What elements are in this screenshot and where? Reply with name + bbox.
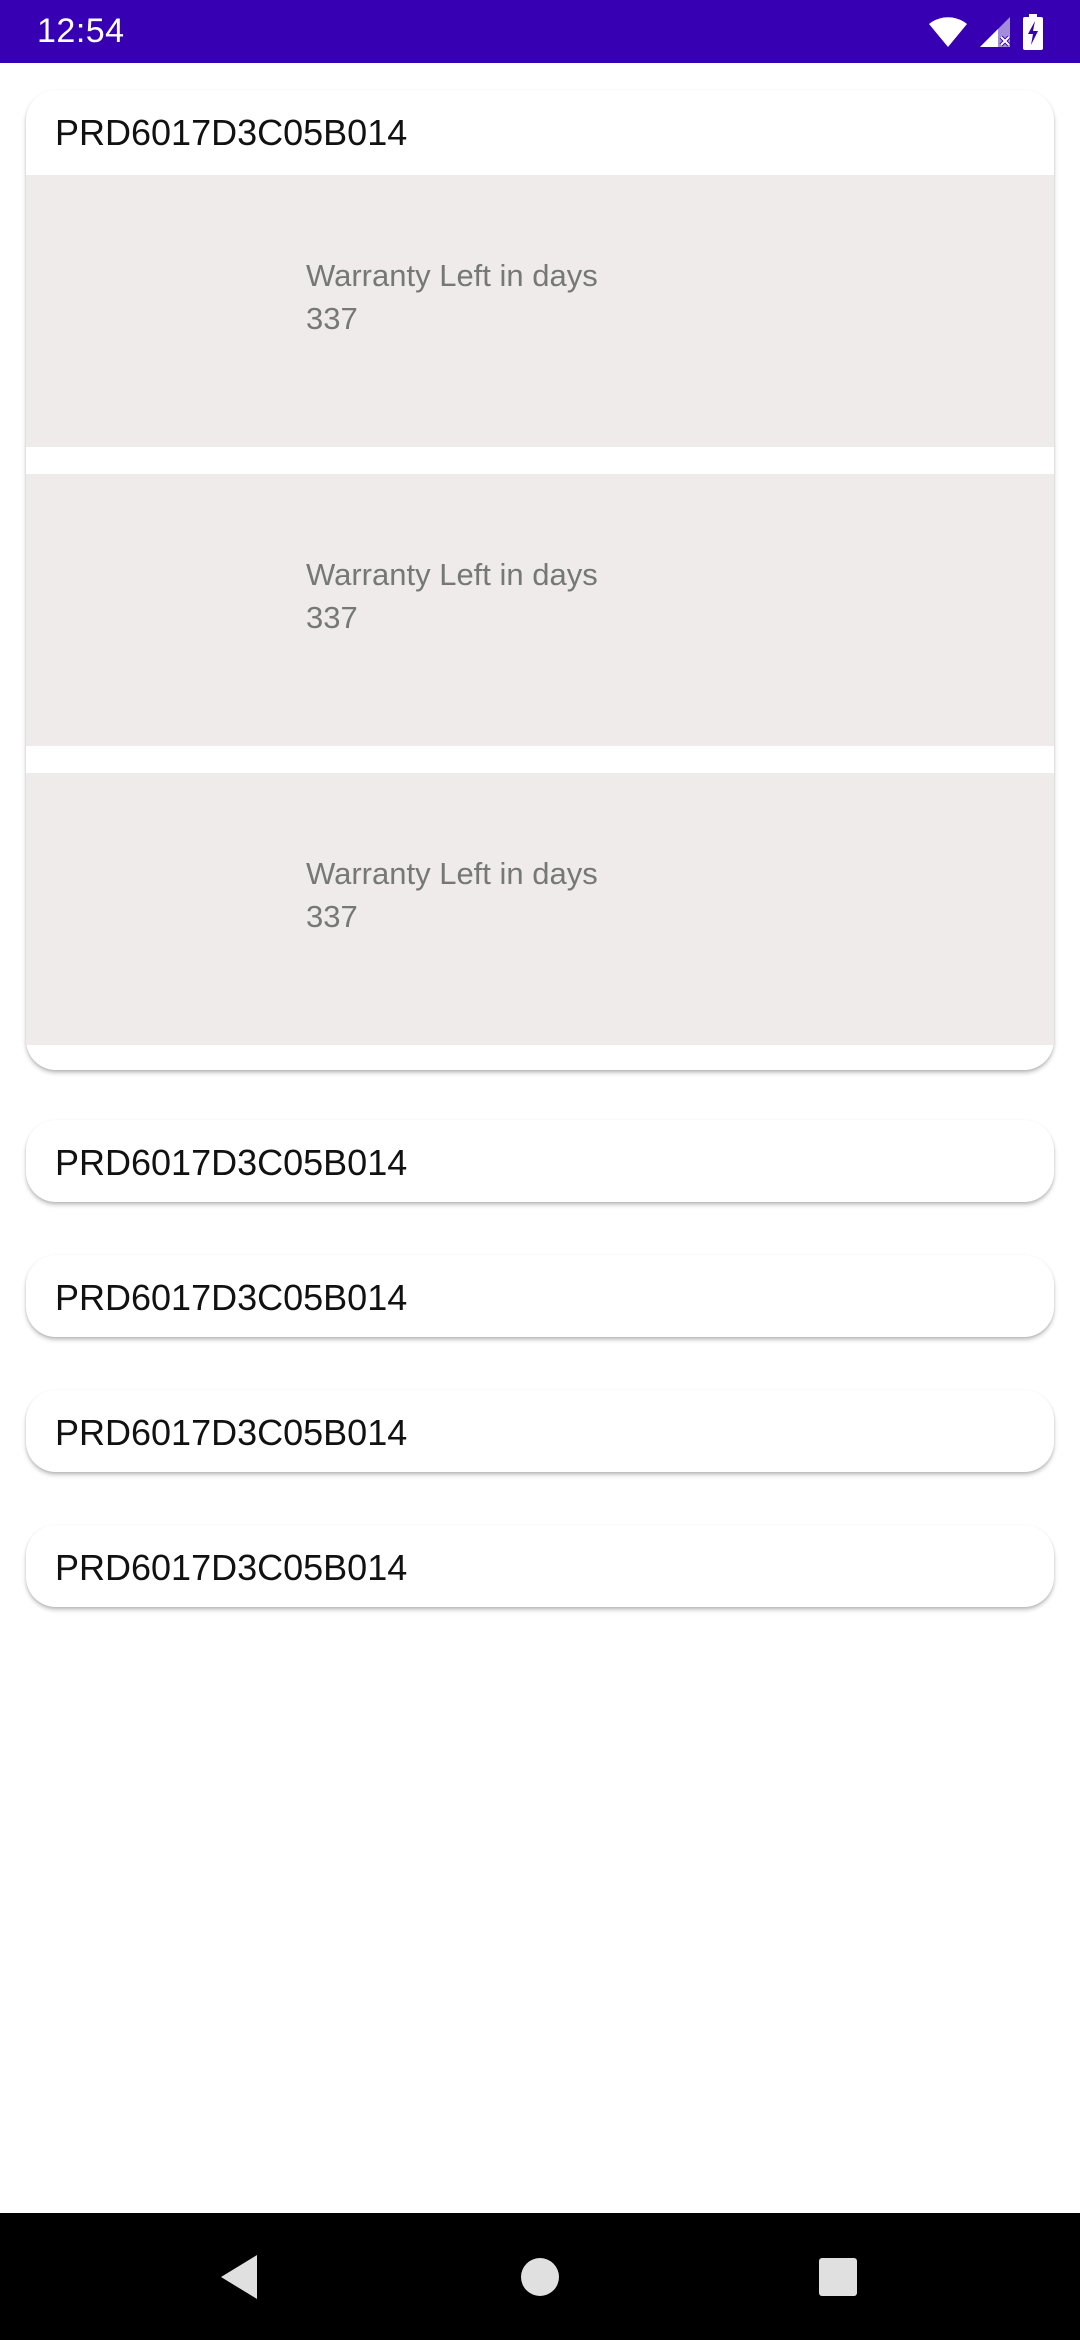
warranty-label: Warranty Left in days: [306, 258, 598, 293]
product-card-expanded[interactable]: PRD6017D3C05B014 Warranty Left in days 3…: [26, 90, 1054, 1070]
warranty-value: 337: [306, 600, 358, 635]
status-bar: 12:54: [0, 0, 1080, 63]
product-card[interactable]: PRD6017D3C05B014: [26, 1525, 1054, 1607]
warranty-item[interactable]: Warranty Left in days 337: [26, 474, 1054, 746]
cellular-no-data-icon: [978, 15, 1012, 49]
product-card[interactable]: PRD6017D3C05B014: [26, 1390, 1054, 1472]
status-icons: [928, 12, 1044, 52]
home-icon[interactable]: [514, 2251, 566, 2303]
battery-charging-icon: [1022, 14, 1044, 50]
product-card[interactable]: PRD6017D3C05B014: [26, 1120, 1054, 1202]
warranty-item[interactable]: Warranty Left in days 337: [26, 175, 1054, 447]
product-id: PRD6017D3C05B014: [55, 1412, 408, 1453]
product-id: PRD6017D3C05B014: [55, 112, 408, 153]
warranty-value: 337: [306, 301, 358, 336]
status-time: 12:54: [37, 12, 125, 50]
product-id: PRD6017D3C05B014: [55, 1277, 408, 1318]
product-id: PRD6017D3C05B014: [55, 1547, 408, 1588]
warranty-label: Warranty Left in days: [306, 856, 598, 891]
wifi-icon: [928, 16, 968, 48]
warranty-label: Warranty Left in days: [306, 557, 598, 592]
navigation-bar: [0, 2213, 1080, 2340]
product-card[interactable]: PRD6017D3C05B014: [26, 1255, 1054, 1337]
product-list[interactable]: PRD6017D3C05B014 Warranty Left in days 3…: [0, 63, 1080, 2213]
product-id: PRD6017D3C05B014: [55, 1142, 408, 1183]
recents-icon[interactable]: [812, 2251, 864, 2303]
back-icon[interactable]: [213, 2251, 265, 2303]
warranty-value: 337: [306, 899, 358, 934]
warranty-item[interactable]: Warranty Left in days 337: [26, 773, 1054, 1045]
